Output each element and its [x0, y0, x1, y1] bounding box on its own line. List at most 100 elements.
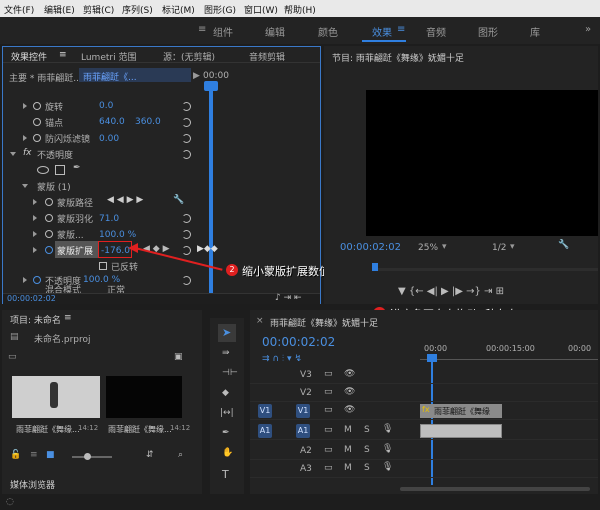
- clip-name[interactable]: 雨菲翩跹《舞缘...: [16, 424, 80, 435]
- workspace-tab-libraries[interactable]: 库: [530, 24, 540, 39]
- solo-button[interactable]: S: [364, 463, 370, 473]
- lock-icon[interactable]: 🔓: [10, 450, 21, 460]
- video-clip[interactable]: fx 雨菲翩跹《舞缘: [420, 404, 502, 418]
- status-icon[interactable]: ◌: [6, 497, 14, 507]
- menu-window[interactable]: 窗口(W): [244, 3, 278, 16]
- expand-icon[interactable]: [33, 199, 37, 205]
- ec-playhead-handle[interactable]: [204, 81, 218, 91]
- toggle-sync-icon[interactable]: ▭: [324, 387, 333, 397]
- toggle-sync-icon[interactable]: ▭: [324, 425, 333, 435]
- program-monitor-title[interactable]: 节目: 雨菲翩跹《舞缘》妩媚十足: [332, 51, 464, 64]
- project-title[interactable]: 项目: 未命名: [10, 313, 61, 326]
- microphone-icon[interactable]: 🎙: [382, 444, 393, 454]
- expand-icon[interactable]: [23, 135, 27, 141]
- reset-icon[interactable]: [182, 150, 191, 159]
- eye-icon[interactable]: 👁: [344, 387, 355, 397]
- sequence-clip-selector[interactable]: 雨菲翩跹《...: [79, 68, 191, 83]
- mute-button[interactable]: M: [344, 463, 352, 473]
- expand-icon[interactable]: [23, 277, 27, 283]
- menu-file[interactable]: 文件(F): [4, 3, 34, 16]
- tab-audio-clip-mixer[interactable]: 音频剪辑: [249, 50, 285, 63]
- audio-clip[interactable]: [420, 424, 502, 438]
- program-playhead[interactable]: [372, 263, 378, 271]
- track-controls-icon[interactable]: ◀ ◀ ▶ ▶: [107, 195, 143, 205]
- stopwatch-icon[interactable]: [33, 134, 41, 142]
- razor-icon[interactable]: ◆: [222, 388, 229, 398]
- sort-icon[interactable]: ⇵: [146, 450, 154, 460]
- mask-opacity-value[interactable]: 100.0 %: [99, 230, 136, 240]
- mute-button[interactable]: M: [344, 445, 352, 455]
- program-timecode[interactable]: 00:00:02:02: [340, 242, 401, 253]
- master-clip-label[interactable]: 主要 * 雨菲翩跹...: [9, 71, 82, 84]
- play-triangle-icon[interactable]: ▶: [193, 71, 200, 81]
- opacity-value[interactable]: 100.0 %: [83, 275, 120, 285]
- rectangle-mask-icon[interactable]: [55, 165, 65, 175]
- zoom-select[interactable]: 25%: [418, 243, 438, 253]
- inverted-checkbox[interactable]: [99, 262, 107, 270]
- stopwatch-icon[interactable]: [45, 230, 53, 238]
- menu-help[interactable]: 帮助(H): [284, 3, 316, 16]
- resolution-select[interactable]: 1/2: [492, 243, 506, 253]
- zoom-slider[interactable]: [72, 456, 112, 458]
- toggle-sync-icon[interactable]: ▭: [324, 405, 333, 415]
- chevron-down-icon[interactable]: ▾: [442, 242, 447, 252]
- toggle-sync-icon[interactable]: ▭: [324, 369, 333, 379]
- type-tool-icon[interactable]: T: [222, 468, 229, 481]
- transport-controls-icons[interactable]: ▼ {← ◀| ▶ |▶ →} ⇥ ⊞: [398, 286, 504, 297]
- menu-sequence[interactable]: 序列(S): [122, 3, 153, 16]
- toggle-sync-icon[interactable]: ▭: [324, 463, 333, 473]
- stopwatch-icon[interactable]: [45, 198, 53, 206]
- workspace-tab-menu-icon[interactable]: ≡: [397, 24, 405, 35]
- reset-icon[interactable]: [182, 102, 191, 111]
- media-browser-tab[interactable]: 媒体浏览器: [10, 478, 55, 491]
- workspace-tab-graphics[interactable]: 图形: [478, 24, 498, 39]
- chevron-down-icon[interactable]: ▾: [510, 242, 515, 252]
- toggle-sync-icon[interactable]: ▭: [324, 445, 333, 455]
- stopwatch-icon[interactable]: [45, 214, 53, 222]
- stopwatch-icon[interactable]: [33, 276, 41, 284]
- timeline-timecode[interactable]: 00:00:02:02: [262, 335, 335, 349]
- zoom-slider-thumb[interactable]: [84, 453, 91, 460]
- source-patch-v1[interactable]: V1: [258, 404, 272, 418]
- workspace-tab-assembly[interactable]: 组件: [213, 24, 233, 39]
- track-target-v1[interactable]: V1: [296, 404, 310, 418]
- timeline-tool-icons[interactable]: ⇉ ∩ ⫶ ▾ ↯: [262, 354, 302, 364]
- sequence-tab[interactable]: 雨菲翩跹《舞缘》妩媚十足: [270, 316, 378, 329]
- mask-feather-value[interactable]: 71.0: [99, 214, 119, 224]
- rotation-value[interactable]: 0.0: [99, 101, 113, 111]
- clip-thumbnail-2[interactable]: [106, 376, 182, 418]
- new-bin-icon[interactable]: ▣: [174, 352, 183, 362]
- workspace-tab-audio[interactable]: 音频: [426, 24, 446, 39]
- timeline-ruler[interactable]: [420, 356, 598, 360]
- clip-name[interactable]: 雨菲翩跹《舞缘...: [108, 424, 172, 435]
- timeline-scrollbar[interactable]: [250, 484, 598, 494]
- wrench-icon[interactable]: 🔧: [558, 240, 569, 250]
- timeline-playhead-handle[interactable]: [427, 354, 437, 362]
- tab-lumetri-scopes[interactable]: Lumetri 范围: [81, 50, 136, 63]
- solo-button[interactable]: S: [364, 445, 370, 455]
- reset-icon[interactable]: [182, 214, 191, 223]
- track-label[interactable]: A3: [300, 464, 312, 474]
- mute-button[interactable]: M: [344, 425, 352, 435]
- fx-icon[interactable]: fx: [23, 148, 32, 158]
- eye-icon[interactable]: 👁: [344, 405, 355, 415]
- expand-icon[interactable]: [33, 231, 37, 237]
- track-label[interactable]: V3: [300, 370, 312, 380]
- expand-icon[interactable]: [23, 103, 27, 109]
- stopwatch-icon[interactable]: [33, 118, 41, 126]
- ellipse-mask-icon[interactable]: [37, 166, 49, 174]
- anchor-y-value[interactable]: 360.0: [135, 117, 161, 127]
- panel-menu-icon[interactable]: ≡: [59, 50, 67, 60]
- workspace-tab-effects[interactable]: 效果: [372, 24, 392, 39]
- pen-icon[interactable]: ✒: [222, 428, 230, 438]
- track-select-icon[interactable]: ⇛: [222, 348, 230, 358]
- solo-button[interactable]: S: [364, 425, 370, 435]
- slip-tool-icon[interactable]: |↔|: [220, 408, 234, 418]
- close-icon[interactable]: ×: [256, 316, 264, 326]
- ec-timecode[interactable]: 00:00:02:02: [7, 294, 56, 303]
- menu-graphics[interactable]: 图形(G): [204, 3, 236, 16]
- reset-icon[interactable]: [182, 276, 191, 285]
- bin-icon[interactable]: ▭: [8, 352, 17, 362]
- ripple-edit-icon[interactable]: ⊣⊢: [222, 368, 238, 378]
- workspace-tab-editing[interactable]: 编辑: [265, 24, 285, 39]
